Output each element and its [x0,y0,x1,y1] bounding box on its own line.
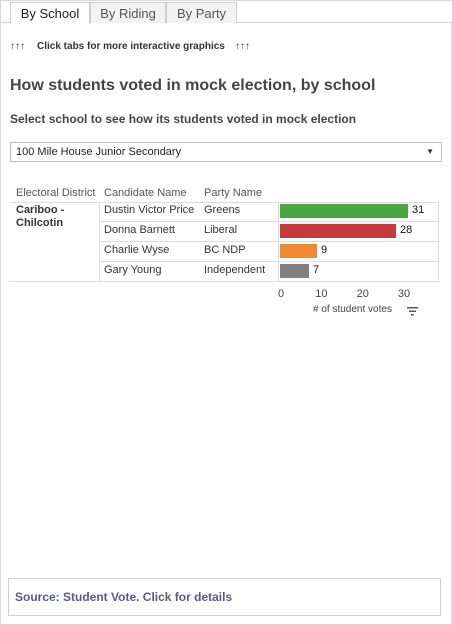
sort-icon[interactable] [407,306,418,316]
page-subtitle: Select school to see how its students vo… [10,112,357,126]
table-divider [99,221,439,222]
vote-count-label: 31 [412,204,425,216]
page-title: How students voted in mock election, by … [10,77,376,94]
x-tick-label: 10 [315,288,328,300]
chart-axis-line [278,202,279,282]
candidate-name-cell[interactable]: Donna Barnett [104,224,175,236]
x-tick-label: 0 [278,288,285,300]
axis-title: # of student votes [313,304,392,315]
table-divider [10,281,439,282]
vote-bar[interactable] [280,244,317,258]
school-select[interactable]: 100 Mile House Junior Secondary ▼ [10,142,442,162]
x-tick-label: 30 [397,288,411,300]
candidate-name-cell[interactable]: Gary Young [104,264,162,276]
table-divider [99,261,439,262]
table-divider [438,202,439,282]
hint-text: Click tabs for more interactive graphics [37,41,225,52]
x-tick-label: 20 [356,288,369,300]
source-link[interactable]: Source: Student Vote. Click for details [8,578,441,616]
party-name-cell[interactable]: Greens [204,204,240,216]
table-divider [99,241,439,242]
tab-bar: By School By Riding By Party [1,1,452,24]
school-select-value: 100 Mile House Junior Secondary [16,146,182,158]
table-divider [10,202,439,203]
dropdown-caret-icon[interactable]: ▼ [426,143,434,161]
source-text: Source: Student Vote. Click for details [15,590,233,604]
district-cell[interactable]: Cariboo - Chilcotin [16,204,64,230]
candidate-name-cell[interactable]: Dustin Victor Price [104,204,194,216]
header-electoral-district: Electoral District [16,187,96,199]
party-name-cell[interactable]: BC NDP [204,244,246,256]
header-candidate-name: Candidate Name [104,187,187,199]
tab-by-riding[interactable]: By Riding [90,2,166,23]
vote-count-label: 9 [321,244,328,256]
header-party-name: Party Name [204,187,263,199]
up-arrows-icon: ↑↑↑ [234,41,250,52]
vote-count-label: 28 [400,224,413,236]
tab-by-party[interactable]: By Party [166,2,237,23]
tab-by-school[interactable]: By School [10,2,90,24]
table-divider [99,202,100,282]
vote-bar[interactable] [280,204,408,218]
party-name-cell[interactable]: Independent [204,264,265,276]
vote-bar[interactable] [280,224,396,238]
party-name-cell[interactable]: Liberal [204,224,237,236]
candidate-name-cell[interactable]: Charlie Wyse [104,244,169,256]
tab-hint: ↑↑↑ Click tabs for more interactive graph… [10,41,250,52]
viz-frame: By School By Riding By Party ↑↑↑ Click ta… [0,0,452,625]
vote-bar[interactable] [280,264,309,278]
vote-count-label: 7 [313,264,320,276]
up-arrows-icon: ↑↑↑ [10,41,25,52]
